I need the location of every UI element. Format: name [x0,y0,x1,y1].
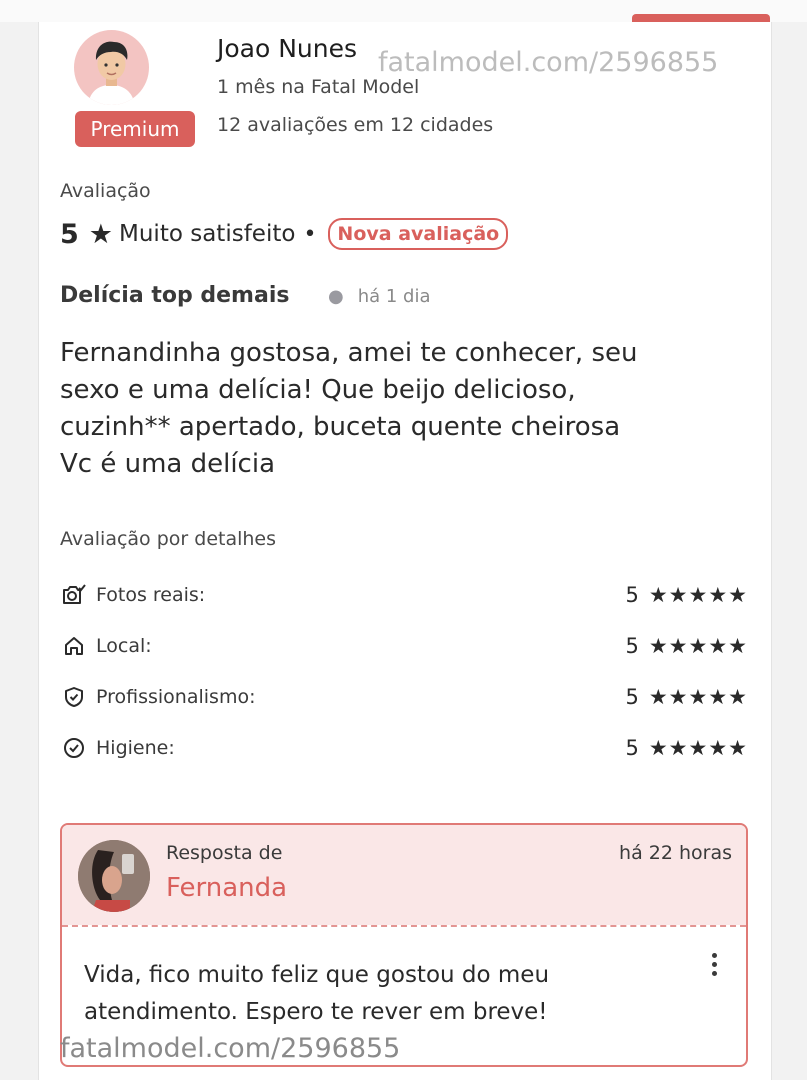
reply-box: Resposta de Fernanda há 22 horas Vida, f… [60,823,748,1067]
detail-stars: ★★★★★ [648,685,748,709]
detail-score: 5 [625,634,639,658]
detail-stars: ★★★★★ [648,583,748,607]
details-title: Avaliação por detalhes [60,528,277,550]
time-dot: ● [328,286,344,307]
circle-check-icon [60,734,88,762]
detail-stars: ★★★★★ [648,736,748,760]
detail-label: Fotos reais: [96,584,206,606]
reviewer-avatar[interactable] [74,30,149,105]
home-icon [60,632,88,660]
reviewer-membership: 1 mês na Fatal Model [217,76,420,98]
camera-check-icon [60,581,88,609]
rating-label: Avaliação [60,180,151,202]
detail-label: Local: [96,635,152,657]
watermark-bottom: fatalmodel.com/2596855 [60,1033,401,1064]
premium-badge: Premium [75,111,195,147]
rating-separator: • [303,221,317,247]
rating-text: Muito satisfeito [119,221,296,247]
reviewer-name[interactable]: Joao Nunes [217,34,357,63]
kebab-menu-icon[interactable] [708,951,720,979]
review-time: ● há 1 dia [328,286,431,307]
detail-label: Higiene: [96,737,175,759]
reply-avatar[interactable] [78,840,150,912]
shield-check-icon [60,683,88,711]
new-review-badge: Nova avaliação [328,218,509,250]
watermark-top: fatalmodel.com/2596855 [378,47,719,78]
reply-divider [62,925,746,927]
detail-row-fotos: Fotos reais: 5 ★★★★★ [60,580,748,610]
reply-time: há 22 horas [619,842,732,864]
reply-label: Resposta de [166,842,283,864]
star-icon: ★ [88,218,114,250]
detail-stars: ★★★★★ [648,634,748,658]
detail-row-local: Local: 5 ★★★★★ [60,631,748,661]
reply-text: Vida, fico muito feliz que gostou do meu… [84,962,550,1025]
detail-score: 5 [625,583,639,607]
detail-score: 5 [625,736,639,760]
review-title: Delícia top demais [60,283,290,308]
rating-score: 5 [60,218,79,250]
reviewer-stats: 12 avaliações em 12 cidades [217,114,494,136]
rating-row: 5 ★ Muito satisfeito • Nova avaliação [60,214,509,254]
female-avatar-photo [78,840,150,912]
review-body: Fernandinha gostosa, amei te conhecer, s… [60,338,638,479]
detail-row-higiene: Higiene: 5 ★★★★★ [60,733,748,763]
review-time-text: há 1 dia [357,286,431,307]
top-tab-accent [632,14,770,22]
detail-score: 5 [625,685,639,709]
detail-label: Profissionalismo: [96,686,256,708]
male-avatar-icon [88,41,135,105]
detail-row-profissionalismo: Profissionalismo: 5 ★★★★★ [60,682,748,712]
reply-header [62,825,746,925]
reply-author[interactable]: Fernanda [166,873,287,903]
